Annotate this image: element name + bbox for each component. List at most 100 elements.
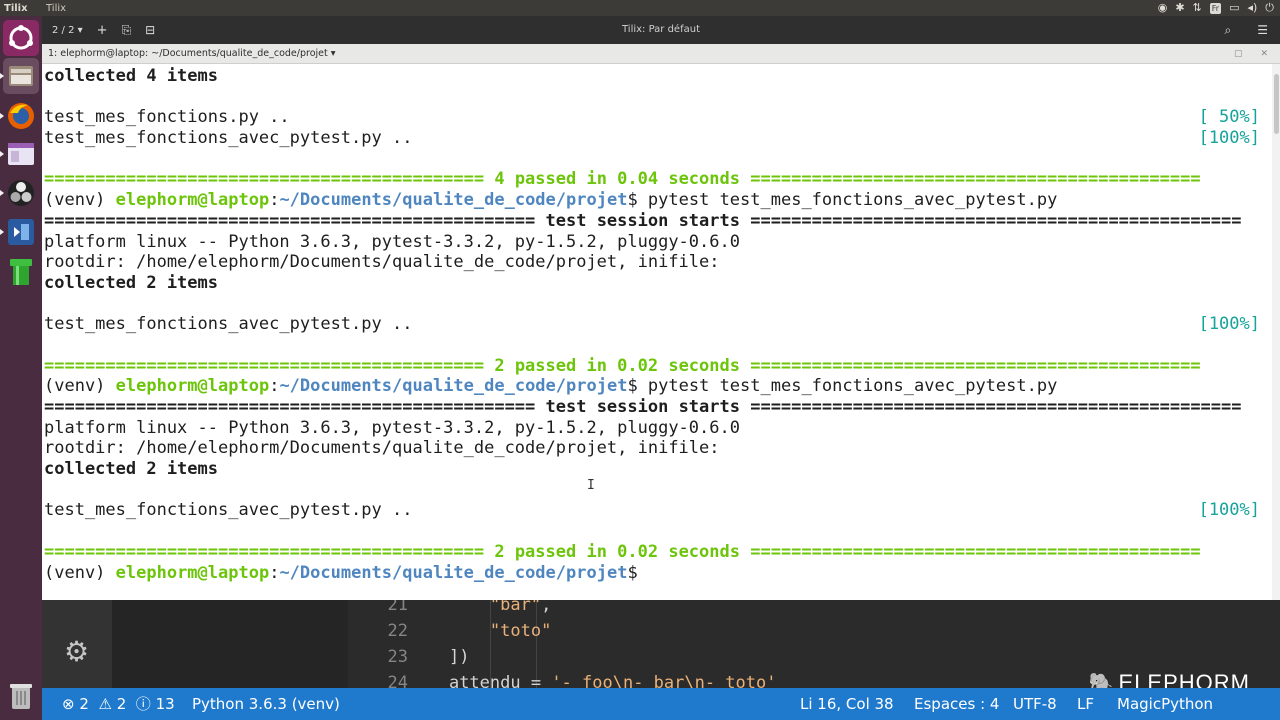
prompt-path: ~/Documents/qualite_de_code/projet — [279, 562, 628, 583]
prompt-user: elephorm@laptop — [115, 190, 270, 211]
terminal-line: ========================================… — [44, 542, 1270, 563]
eol-setting[interactable]: LF — [1077, 688, 1094, 720]
code-string: "toto" — [489, 621, 552, 641]
separator: ========================================… — [750, 397, 1242, 417]
terminal-text: rootdir: /home/elephorm/Documents/qualit… — [44, 252, 720, 273]
line-number: 21 — [387, 600, 408, 615]
warning-icon: ⚠ — [98, 695, 112, 713]
terminal-scrollbar[interactable] — [1272, 64, 1280, 600]
scrollbar-thumb[interactable] — [1274, 74, 1279, 134]
terminal-line: collected 2 items — [44, 273, 1270, 294]
terminal-title-text: 1: elephorm@laptop: ~/Documents/qualite_… — [48, 48, 328, 59]
separator: ========================================… — [750, 541, 1201, 562]
prompt-dollar: $ — [627, 376, 638, 397]
ubuntu-logo-icon[interactable] — [3, 20, 39, 56]
files-icon[interactable] — [0, 58, 39, 94]
network-icon[interactable]: ⇅ — [1193, 0, 1202, 16]
test-progress-percent: [ 50%] — [1198, 107, 1260, 128]
terminal-output: collected 4 items test_mes_fonctions.py .… — [44, 66, 1270, 583]
line-number: 24 — [387, 673, 408, 688]
terminal-line: rootdir: /home/elephorm/Documents/qualit… — [44, 438, 1270, 459]
obs-tray-icon[interactable]: ◉ — [1158, 0, 1168, 16]
side-panel — [112, 600, 348, 688]
separator: ========================================… — [750, 169, 1201, 190]
code-string: "bar" — [489, 600, 542, 615]
window-title: Tilix: Par défaut — [621, 24, 700, 35]
line-number: 22 — [387, 621, 408, 641]
window-icon[interactable] — [0, 136, 39, 172]
test-file-result: test_mes_fonctions.py .. — [44, 107, 290, 128]
test-progress-percent: [100%] — [1198, 500, 1260, 521]
launcher-bottom — [0, 672, 42, 720]
terminal-text: collected 2 items — [44, 272, 218, 293]
test-summary: 4 passed in 0.04 seconds — [484, 169, 751, 190]
terminal-titlebar: 1: elephorm@laptop: ~/Documents/qualite_… — [42, 44, 1280, 64]
terminal-line: test_mes_fonctions_avec_pytest.py .. [100… — [44, 500, 1270, 521]
terminal-line: ========================================… — [44, 356, 1270, 377]
separator: ========================================… — [750, 210, 1242, 231]
prompt-user: elephorm@laptop — [115, 562, 270, 583]
code-text: ]) — [448, 647, 470, 667]
terminal-text: collected 4 items — [44, 66, 218, 86]
prompt-venv: (venv) — [44, 190, 116, 211]
desktop: Tilix Tilix ◉ ✱ ⇅ Fr ▭ ◂) ⏻ 2 / 2 ▾ + ⎘ … — [0, 0, 1280, 720]
terminal-text: platform linux -- Python 3.6.3, pytest-3… — [44, 231, 740, 252]
top-panel-menu-app[interactable]: Tilix — [46, 3, 66, 14]
status-bar: ⊗ 2 ⚠ 2 ⓘ 13 Python 3.6.3 (venv) Li 16, … — [42, 688, 1280, 720]
prompt-path: ~/Documents/qualite_de_code/projet — [279, 190, 628, 211]
test-progress-percent: [100%] — [1198, 128, 1260, 149]
prompt-dollar: $ — [627, 562, 638, 583]
vscode-icon[interactable] — [0, 214, 39, 250]
maximize-terminal-icon[interactable]: ▢ — [1234, 44, 1243, 64]
terminal-line: platform linux -- Python 3.6.3, pytest-3… — [44, 418, 1270, 439]
green-pipe-icon[interactable] — [3, 254, 39, 290]
problems-indicator[interactable]: ⊗ 2 ⚠ 2 ⓘ 13 — [62, 688, 175, 720]
code-line: 24 attendu = '- foo\n- bar\n- toto' — [348, 670, 777, 688]
prompt-colon: : — [269, 562, 280, 583]
terminal-line: rootdir: /home/elephorm/Documents/qualit… — [44, 252, 1270, 273]
prompt-user: elephorm@laptop — [115, 376, 270, 397]
code-string: '- foo\n- bar\n- toto' — [551, 673, 777, 688]
settings-icon[interactable]: ⏻ — [1265, 0, 1274, 16]
window-controls: ⌕ ☰ — [1225, 16, 1269, 44]
terminal-line: (venv) elephorm@laptop:~/Documents/quali… — [44, 190, 1270, 211]
cursor-position[interactable]: Li 16, Col 38 — [800, 688, 894, 720]
top-panel-app-name: Tilix — [4, 2, 28, 14]
obs-icon[interactable] — [0, 175, 39, 211]
terminal[interactable]: collected 4 items test_mes_fonctions.py .… — [42, 64, 1280, 600]
gear-icon[interactable]: ⚙ — [64, 638, 89, 666]
close-terminal-icon[interactable]: ✕ — [1260, 44, 1268, 64]
firefox-icon[interactable] — [0, 98, 39, 134]
terminal-line: ========================================… — [44, 397, 1270, 418]
battery-icon[interactable]: ▭ — [1229, 0, 1239, 16]
menu-icon[interactable]: ☰ — [1257, 23, 1268, 37]
session-header: test session starts — [535, 397, 751, 417]
separator: ========================================… — [44, 541, 485, 562]
language-mode[interactable]: MagicPython — [1117, 688, 1213, 720]
prompt-venv: (venv) — [44, 562, 116, 583]
terminal-text: collected 2 items — [44, 459, 218, 480]
code-line: 21 "bar", — [348, 600, 552, 618]
test-file-result: test_mes_fonctions_avec_pytest.py .. — [44, 500, 413, 521]
test-file-result: test_mes_fonctions_avec_pytest.py .. — [44, 314, 413, 335]
search-icon[interactable]: ⌕ — [1225, 23, 1232, 38]
bluetooth-icon[interactable]: ✱ — [1175, 0, 1184, 16]
indentation-setting[interactable]: Espaces : 4 — [914, 688, 999, 720]
keyboard-layout-indicator[interactable]: Fr — [1209, 2, 1222, 14]
python-interpreter[interactable]: Python 3.6.3 (venv) — [192, 688, 340, 720]
terminal-title[interactable]: 1: elephorm@laptop: ~/Documents/qualite_… — [48, 44, 336, 64]
terminal-line: (venv) elephorm@laptop:~/Documents/quali… — [44, 376, 1270, 397]
test-progress-percent: [100%] — [1198, 314, 1260, 335]
prompt-path: ~/Documents/qualite_de_code/projet — [279, 376, 628, 397]
separator: ========================================… — [44, 169, 485, 190]
volume-icon[interactable]: ◂) — [1247, 0, 1257, 16]
encoding-setting[interactable]: UTF-8 — [1013, 688, 1057, 720]
trash-icon[interactable] — [3, 678, 39, 714]
test-file-result: test_mes_fonctions_avec_pytest.py .. — [44, 128, 413, 149]
terminal-line: ========================================… — [44, 211, 1270, 232]
